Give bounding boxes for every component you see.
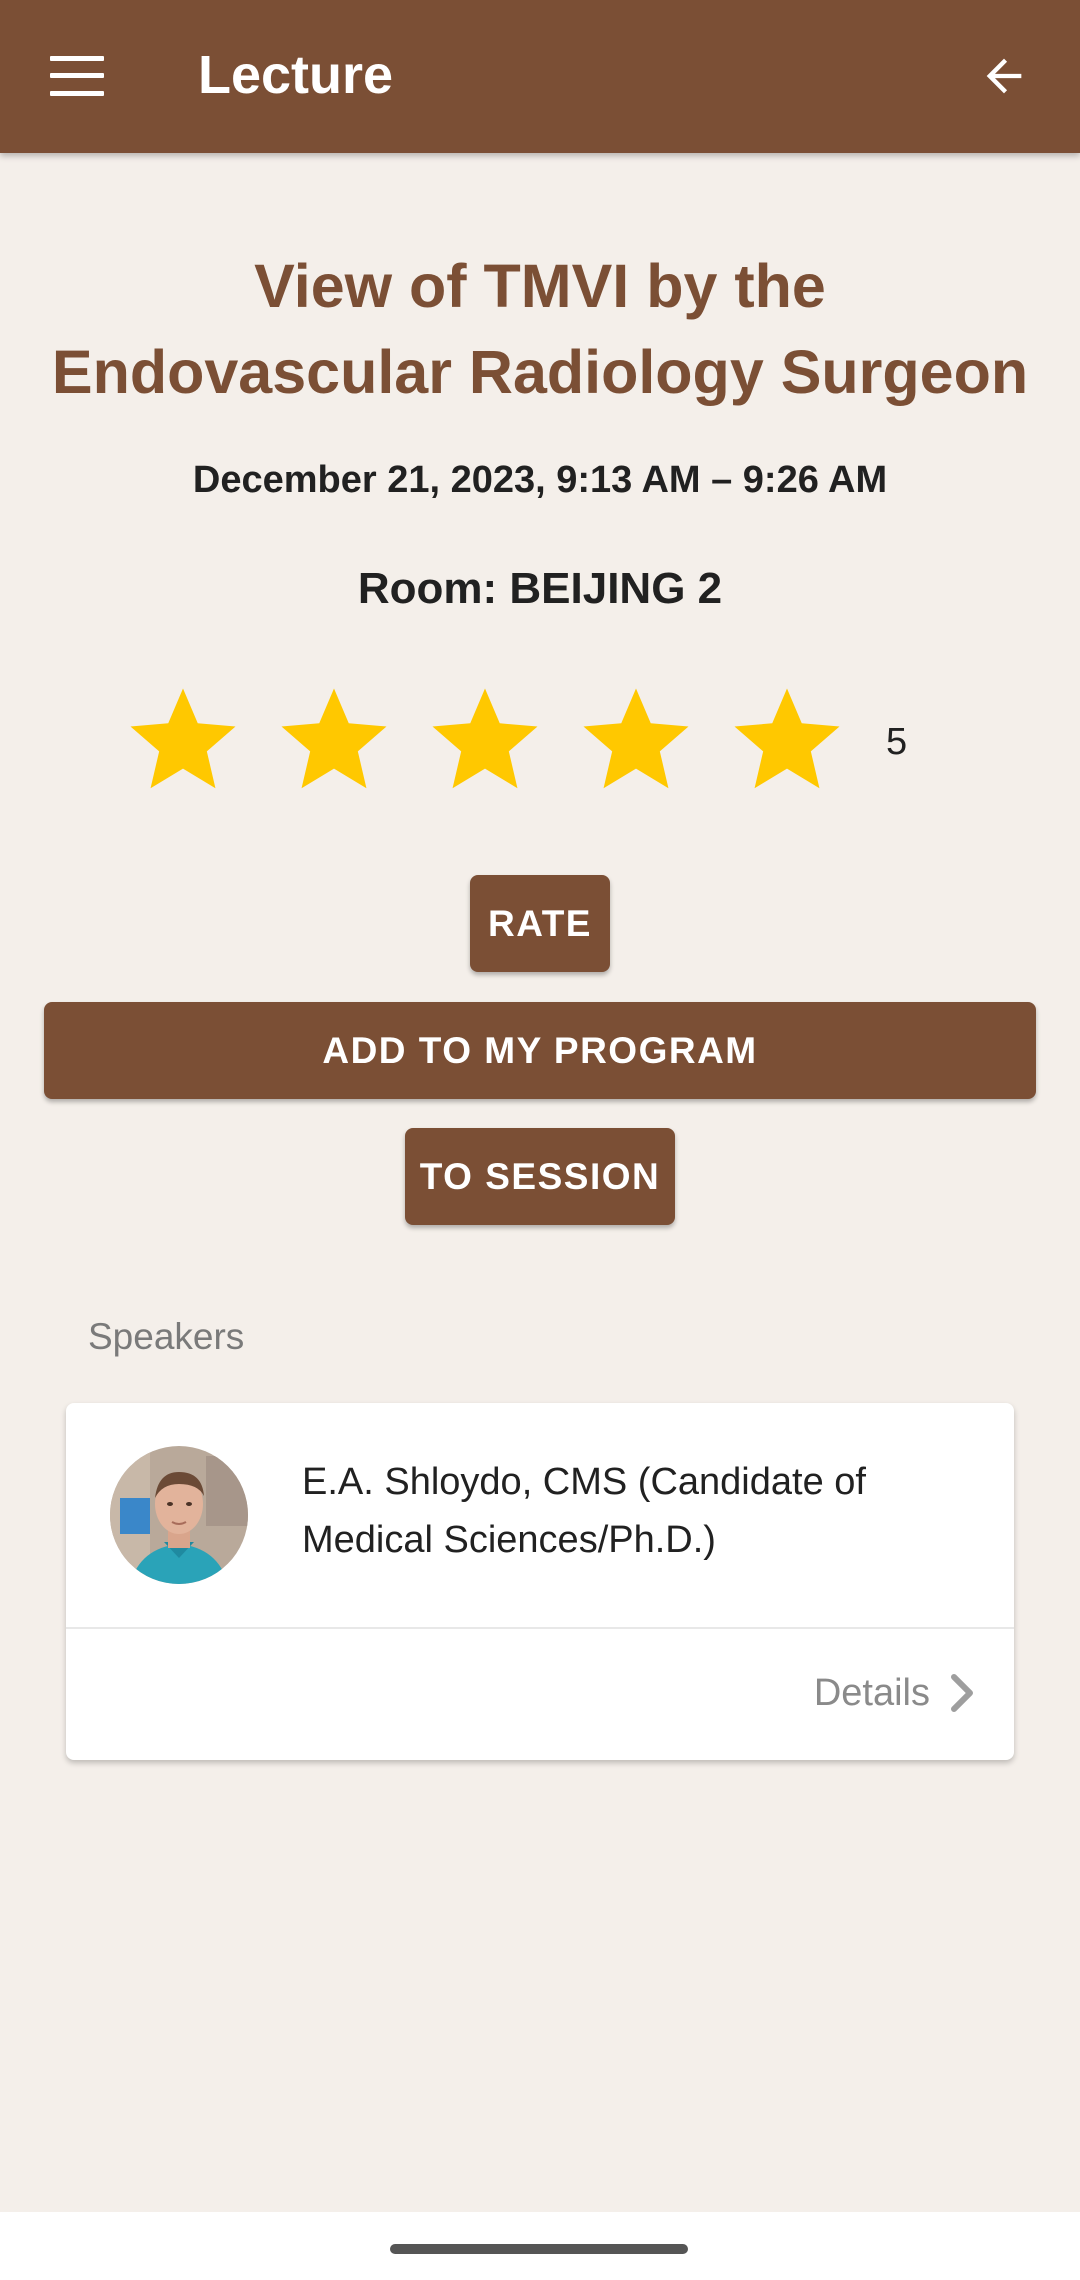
speaker-card: E.A. Shloydo, CMS (Candidate of Medical …: [66, 1403, 1014, 1760]
lecture-room: Room: BEIJING 2: [357, 564, 723, 613]
speaker-details-link[interactable]: Details: [814, 1663, 978, 1723]
lecture-title: View of TMVI by the Endovascular Radiolo…: [51, 252, 1029, 406]
star-icon[interactable]: [120, 678, 246, 804]
star-icon[interactable]: [422, 678, 548, 804]
speaker-item[interactable]: E.A. Shloydo, CMS (Candidate of Medical …: [66, 1403, 1014, 1627]
to-session-button[interactable]: TO SESSION: [405, 1128, 675, 1225]
app-bar: Lecture: [0, 0, 1080, 153]
home-gesture-handle[interactable]: [390, 2244, 688, 2254]
add-to-my-program-button[interactable]: ADD TO MY PROGRAM: [44, 1002, 1036, 1099]
hamburger-menu-icon[interactable]: [50, 56, 104, 96]
lecture-time: December 21, 2023, 9:13 AM – 9:26 AM: [192, 459, 888, 501]
rating-value: 5: [886, 721, 908, 763]
card-divider: [66, 1627, 1014, 1629]
page-title: Lecture: [198, 45, 394, 105]
speakers-section-label: Speakers: [88, 1316, 245, 1357]
star-icon[interactable]: [271, 678, 397, 804]
system-navigation-bar: [0, 2212, 1080, 2280]
details-label: Details: [813, 1672, 930, 1714]
avatar: [110, 1446, 248, 1584]
star-rating: 5: [0, 678, 1080, 808]
star-icon[interactable]: [724, 678, 850, 804]
arrow-left-icon[interactable]: [978, 50, 1030, 102]
star-icon[interactable]: [573, 678, 699, 804]
chevron-right-icon: [950, 1673, 978, 1713]
speaker-name: E.A. Shloydo, CMS (Candidate of Medical …: [302, 1461, 866, 1561]
rate-button[interactable]: RATE: [470, 875, 610, 972]
